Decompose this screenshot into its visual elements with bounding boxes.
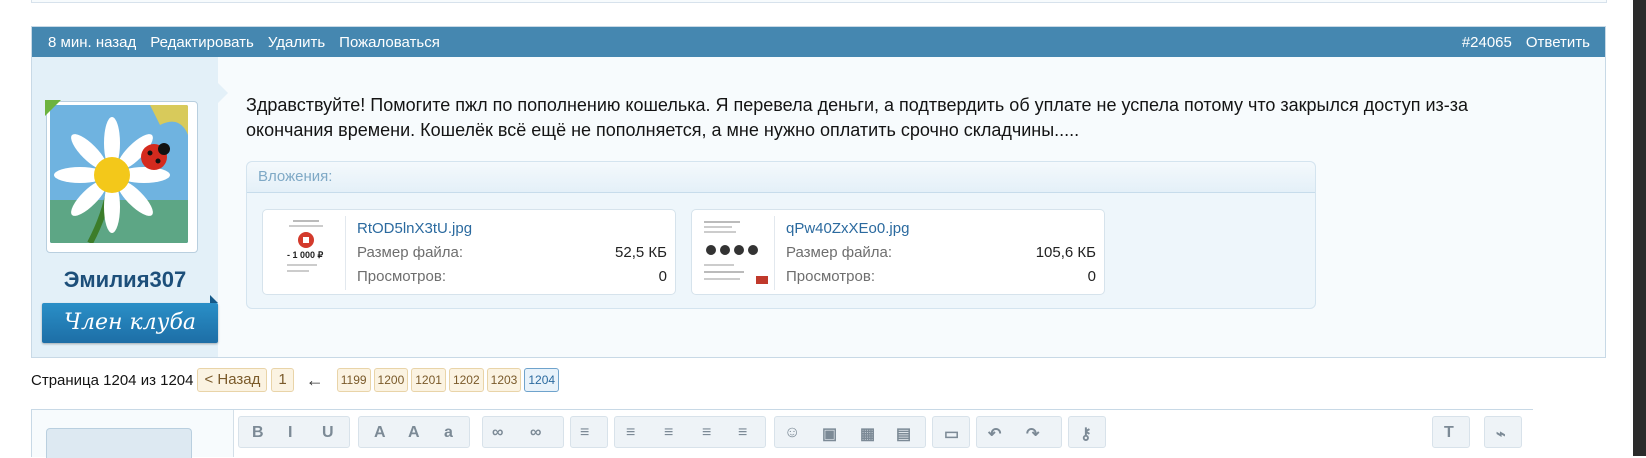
undo-icon[interactable]: ↶ <box>988 424 1001 444</box>
unlink-icon[interactable]: ∞ <box>530 424 541 442</box>
reply-link[interactable]: Ответить <box>1526 34 1590 51</box>
link-icon[interactable]: ∞ <box>492 424 503 442</box>
views-value: 0 <box>1087 268 1096 285</box>
attachments-title: Вложения: <box>247 162 1315 193</box>
post-message: Здравствуйте! Помогите пжл по пополнению… <box>246 95 1469 140</box>
key-icon[interactable]: ⚷ <box>1080 424 1092 444</box>
online-corner-icon <box>45 100 61 116</box>
remove-format-icon[interactable]: T <box>1444 424 1454 442</box>
post-header: 8 мин. назад Редактировать Удалить Пожал… <box>32 27 1605 57</box>
page-link[interactable]: 1200 <box>373 368 409 392</box>
font-family-icon[interactable]: a <box>444 424 453 442</box>
report-link[interactable]: Пожаловаться <box>339 34 440 51</box>
page-link[interactable]: 1203 <box>486 368 522 392</box>
page-link[interactable]: 1201 <box>411 368 446 392</box>
indent-icon[interactable]: ≡ <box>738 424 747 442</box>
page-scrollbar[interactable] <box>1633 0 1646 456</box>
badge-fold-decoration <box>210 295 218 303</box>
attachment-item[interactable]: qPw40ZxXEo0.jpg Размер файла: 105,6 КБ П… <box>691 209 1105 295</box>
editor-toolbar: B I U A A a ∞ ∞ ≡ ≡ ≡ ≡ ≡ ☺ ▣ ▦ ▤ ▭ ↶ ↷ … <box>233 410 1533 457</box>
user-column-arrow <box>218 83 228 103</box>
align-icon[interactable]: ≡ <box>580 424 589 442</box>
edit-link[interactable]: Редактировать <box>150 34 254 51</box>
prev-page-button[interactable]: < Назад <box>197 368 268 392</box>
attachment-file-name[interactable]: RtOD5lnX3tU.jpg <box>357 220 472 237</box>
code-icon[interactable]: ▤ <box>896 424 911 444</box>
views-value: 0 <box>658 268 667 285</box>
toggle-source-icon[interactable]: ⌁ <box>1496 424 1506 444</box>
save-draft-icon[interactable]: ▭ <box>944 424 959 444</box>
pagination: Страница 1204 из 1204 < Назад 1 ← 1199 1… <box>31 368 560 392</box>
user-title-badge: Член клуба <box>42 303 218 343</box>
file-size-label: Размер файла: <box>357 244 464 261</box>
file-size-value: 105,6 КБ <box>1035 244 1096 261</box>
attachment-thumbnail[interactable] <box>698 216 775 290</box>
page-counter: Страница 1204 из 1204 <box>31 371 194 389</box>
post-time-link[interactable]: 8 мин. назад <box>48 34 136 51</box>
bullet-list-icon[interactable]: ≡ <box>626 424 635 442</box>
page-jump-arrow-icon[interactable]: ← <box>306 370 324 391</box>
italic-icon[interactable]: I <box>288 424 292 442</box>
page-link-first[interactable]: 1 <box>271 368 294 392</box>
file-size-label: Размер файла: <box>786 244 893 261</box>
page-link[interactable]: 1202 <box>448 368 484 392</box>
editor-avatar <box>46 428 192 458</box>
views-label: Просмотров: <box>786 268 875 285</box>
previous-post-edge <box>31 0 1607 3</box>
delete-link[interactable]: Удалить <box>268 34 325 51</box>
redo-icon[interactable]: ↷ <box>1026 424 1039 444</box>
username-link[interactable]: Эмилия307 <box>32 267 218 293</box>
attachment-file-name[interactable]: qPw40ZxXEo0.jpg <box>786 220 909 237</box>
attachments-block: Вложения: - 1 000 ₽ RtOD5lnX3tU.jpg Разм… <box>246 161 1316 309</box>
underline-icon[interactable]: U <box>322 424 334 442</box>
attachment-item[interactable]: - 1 000 ₽ RtOD5lnX3tU.jpg Размер файла: … <box>262 209 676 295</box>
bold-icon[interactable]: B <box>252 424 264 442</box>
avatar-image <box>50 105 188 243</box>
views-label: Просмотров: <box>357 268 446 285</box>
file-size-value: 52,5 КБ <box>615 244 667 261</box>
reply-editor: B I U A A a ∞ ∞ ≡ ≡ ≡ ≡ ≡ ☺ ▣ ▦ ▤ ▭ ↶ ↷ … <box>31 409 1533 458</box>
current-page: 1204 <box>524 368 560 392</box>
page-link[interactable]: 1199 <box>336 368 371 392</box>
user-info-column: Эмилия307 Член клуба <box>32 57 218 357</box>
thumbnail-amount: - 1 000 ₽ <box>287 250 324 260</box>
numbered-list-icon[interactable]: ≡ <box>664 424 673 442</box>
forum-post: 8 мин. назад Редактировать Удалить Пожал… <box>31 26 1606 358</box>
font-color-icon[interactable]: A <box>374 424 386 442</box>
post-number-link[interactable]: #24065 <box>1462 34 1512 51</box>
avatar[interactable] <box>45 100 198 253</box>
media-icon[interactable]: ▦ <box>860 424 875 444</box>
image-icon[interactable]: ▣ <box>822 424 837 444</box>
outdent-icon[interactable]: ≡ <box>702 424 711 442</box>
smiley-icon[interactable]: ☺ <box>784 424 800 442</box>
font-size-icon[interactable]: A <box>408 424 420 442</box>
attachment-thumbnail[interactable]: - 1 000 ₽ <box>269 216 346 290</box>
